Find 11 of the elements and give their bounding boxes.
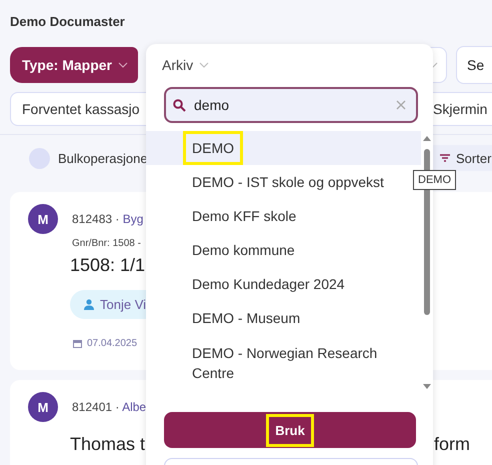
record-meta: Gnr/Bnr: 1508 - [72,238,142,249]
page-title: Demo Documaster [9,13,126,31]
record-title: form [434,434,470,455]
record-number: 812401 · Albe [72,400,146,414]
record-date: 07.04.2025 [87,338,138,349]
record-number: 812483 · Byg [72,212,144,226]
avatar: M [28,392,58,422]
tooltip: DEMO [413,170,456,190]
record-title: Thomas t [70,434,146,455]
record-title: 1508: 1/1 [70,255,146,276]
avatar: M [28,204,58,234]
